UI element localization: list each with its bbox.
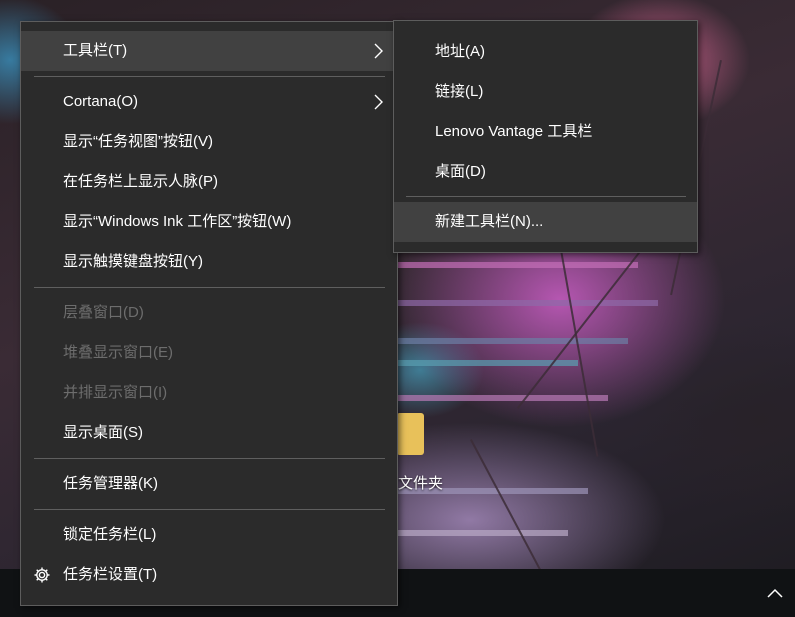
menu-item-cortana[interactable]: Cortana(O)	[21, 82, 397, 122]
menu-item-label: 地址(A)	[435, 43, 485, 60]
toolbars-submenu: 地址(A) 链接(L) Lenovo Vantage 工具栏 桌面(D) 新建工…	[393, 20, 698, 253]
menu-item-task-manager[interactable]: 任务管理器(K)	[21, 464, 397, 504]
menu-item-show-touch-keyboard-button[interactable]: 显示触摸键盘按钮(Y)	[21, 242, 397, 282]
menu-item-label: 锁定任务栏(L)	[63, 526, 157, 543]
menu-item-show-windows-ink-button[interactable]: 显示“Windows Ink 工作区”按钮(W)	[21, 202, 397, 242]
submenu-item-lenovo-vantage-toolbar[interactable]: Lenovo Vantage 工具栏	[394, 112, 697, 152]
folder-icon[interactable]	[398, 413, 424, 455]
menu-item-label: 新建工具栏(N)...	[435, 213, 544, 230]
menu-separator	[34, 509, 385, 510]
menu-item-label: 任务管理器(K)	[63, 475, 158, 492]
menu-item-label: 显示桌面(S)	[63, 424, 143, 441]
chevron-up-icon[interactable]	[765, 583, 785, 603]
menu-item-label: 显示“任务视图”按钮(V)	[63, 133, 213, 150]
menu-separator	[34, 287, 385, 288]
chevron-right-icon	[374, 94, 383, 110]
menu-separator	[34, 76, 385, 77]
menu-item-taskbar-settings[interactable]: 任务栏设置(T)	[21, 555, 397, 595]
menu-item-label: Lenovo Vantage 工具栏	[435, 123, 593, 140]
gear-icon	[34, 567, 50, 583]
submenu-item-address[interactable]: 地址(A)	[394, 32, 697, 72]
menu-item-label: 显示触摸键盘按钮(Y)	[63, 253, 203, 270]
taskbar-context-menu: 工具栏(T) Cortana(O) 显示“任务视图”按钮(V) 在任务栏上显示人…	[20, 21, 398, 606]
menu-item-show-desktop[interactable]: 显示桌面(S)	[21, 413, 397, 453]
menu-item-show-people[interactable]: 在任务栏上显示人脉(P)	[21, 162, 397, 202]
menu-item-side-by-side-windows: 并排显示窗口(I)	[21, 373, 397, 413]
menu-item-label: 任务栏设置(T)	[63, 566, 158, 583]
menu-item-toolbars[interactable]: 工具栏(T)	[21, 31, 397, 71]
menu-item-cascade-windows: 层叠窗口(D)	[21, 293, 397, 333]
menu-item-show-task-view-button[interactable]: 显示“任务视图”按钮(V)	[21, 122, 397, 162]
menu-item-label: 并排显示窗口(I)	[63, 384, 168, 401]
menu-item-lock-taskbar[interactable]: 锁定任务栏(L)	[21, 515, 397, 555]
menu-item-label: 层叠窗口(D)	[63, 304, 144, 321]
menu-item-label: 在任务栏上显示人脉(P)	[63, 173, 218, 190]
menu-separator	[34, 458, 385, 459]
menu-item-label: Cortana(O)	[63, 93, 139, 110]
submenu-item-links[interactable]: 链接(L)	[394, 72, 697, 112]
chevron-right-icon	[374, 43, 383, 59]
submenu-item-desktop[interactable]: 桌面(D)	[394, 152, 697, 192]
menu-item-label: 显示“Windows Ink 工作区”按钮(W)	[63, 213, 292, 230]
menu-item-stack-windows: 堆叠显示窗口(E)	[21, 333, 397, 373]
menu-item-label: 工具栏(T)	[63, 42, 128, 59]
submenu-item-new-toolbar[interactable]: 新建工具栏(N)...	[394, 202, 697, 242]
menu-item-label: 堆叠显示窗口(E)	[63, 344, 173, 361]
desktop-folder-label[interactable]: 文件夹	[398, 472, 443, 493]
menu-item-label: 链接(L)	[435, 83, 484, 100]
menu-separator	[406, 196, 686, 197]
menu-item-label: 桌面(D)	[435, 163, 486, 180]
